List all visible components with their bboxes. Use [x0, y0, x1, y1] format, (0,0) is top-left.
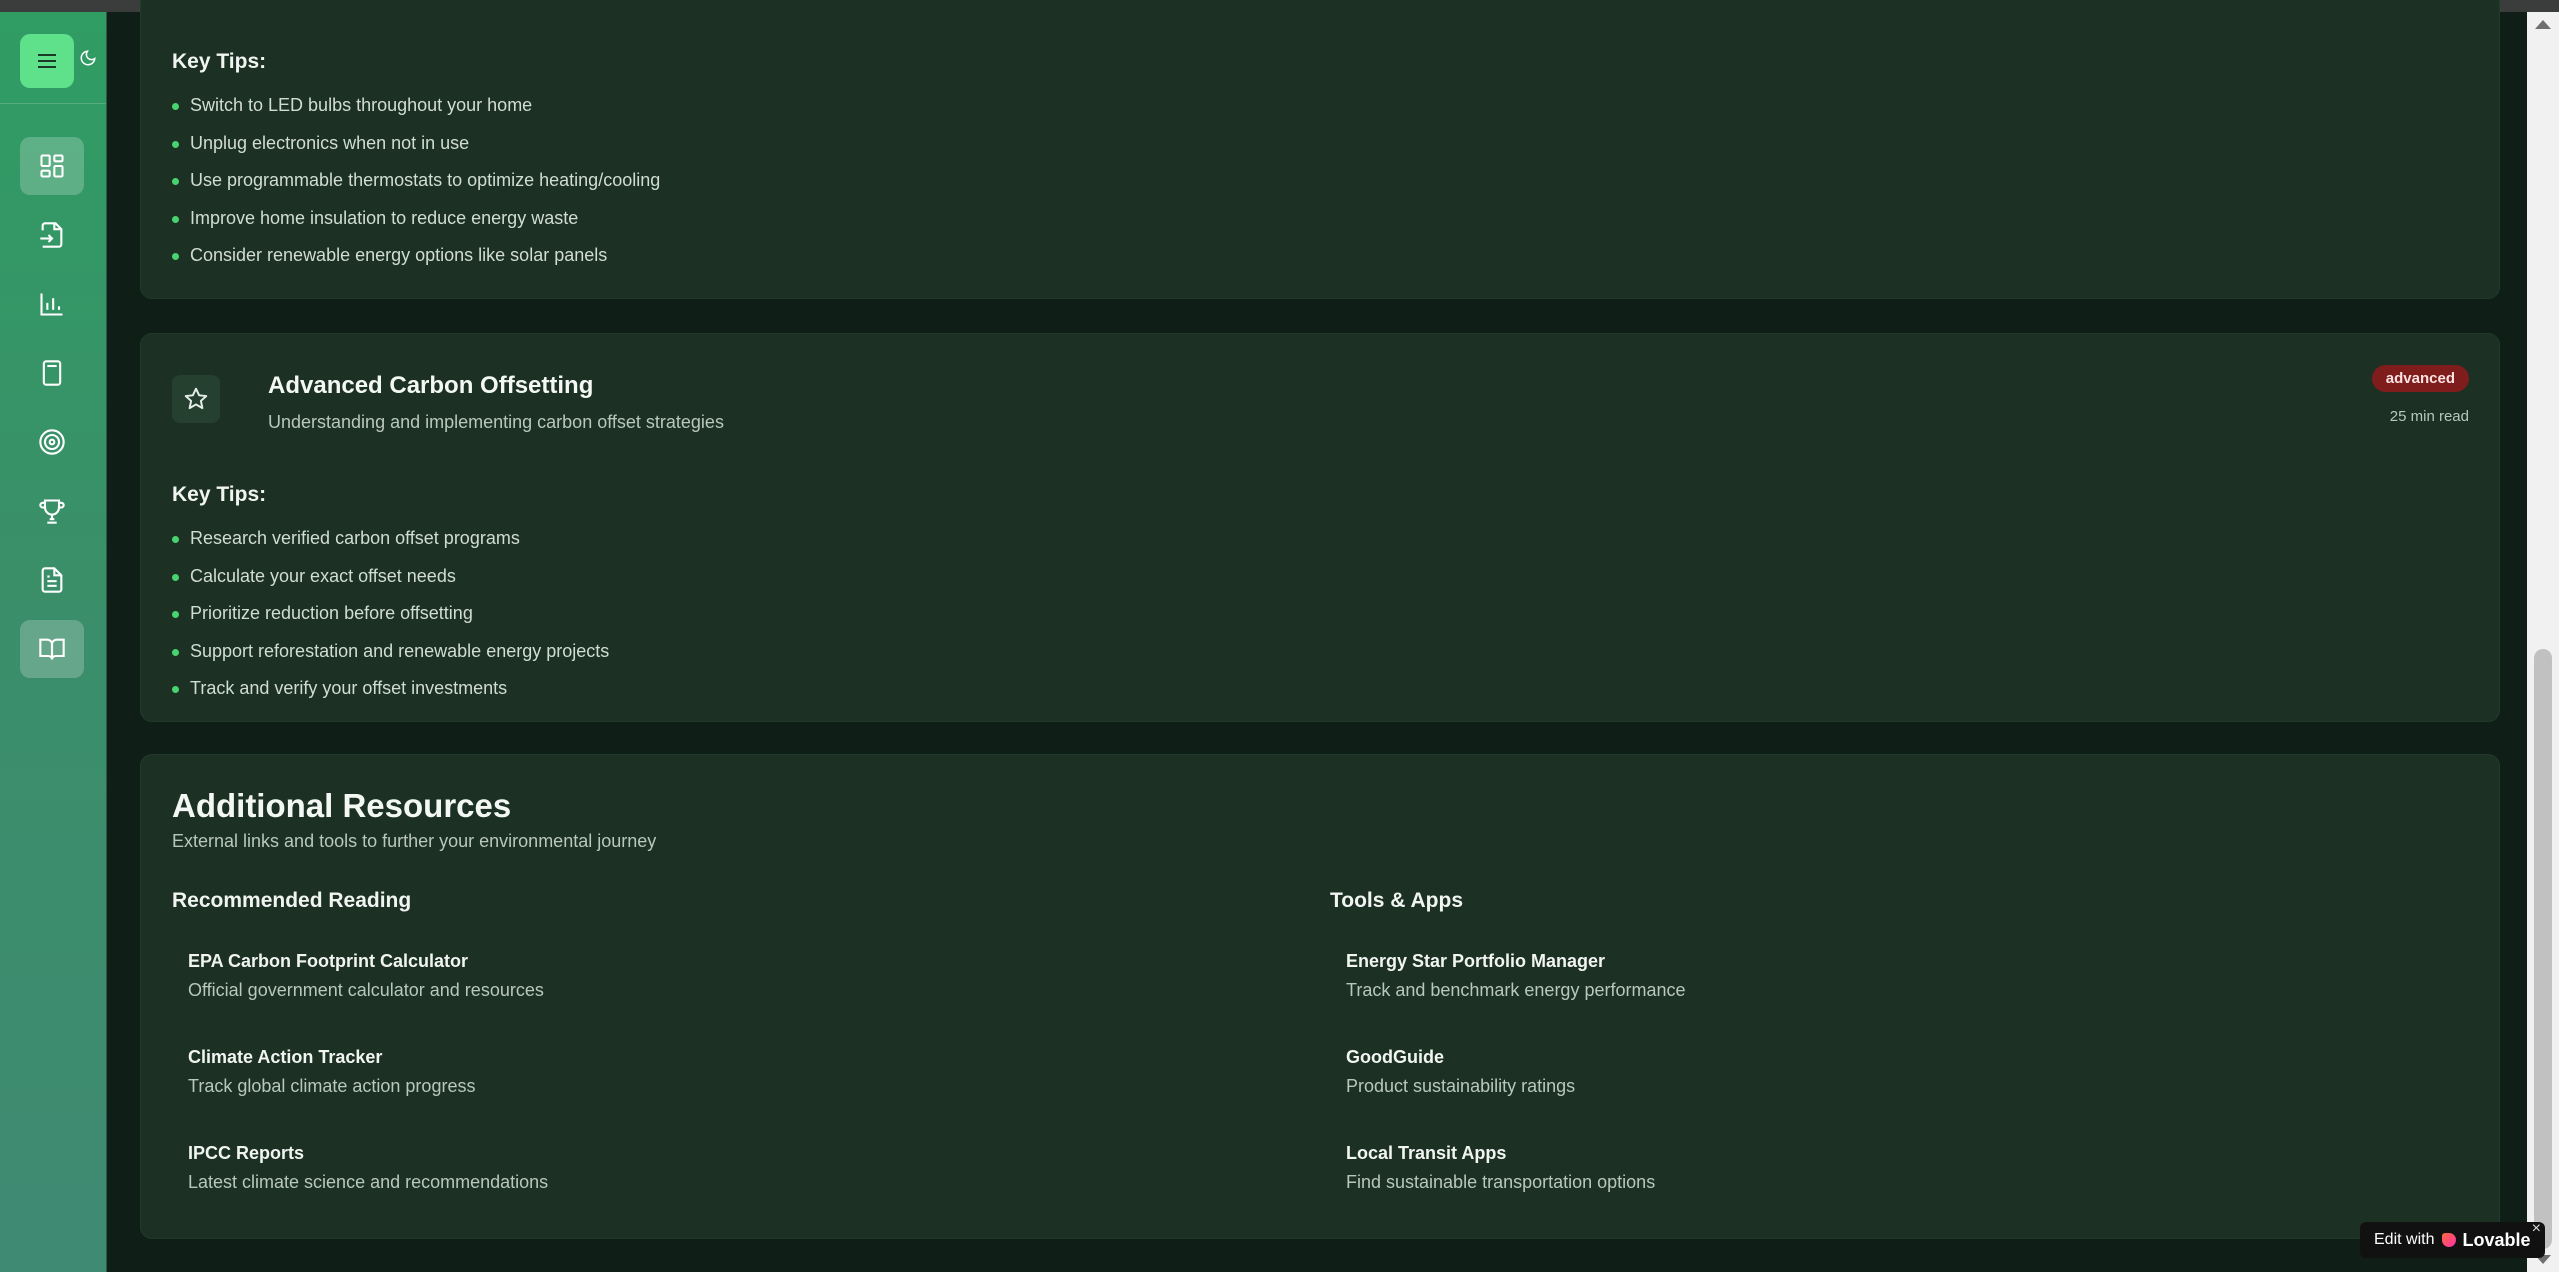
list-item: Switch to LED bulbs throughout your home [172, 87, 660, 125]
resource-title: Climate Action Tracker [188, 1047, 383, 1067]
edit-with-lovable-badge[interactable]: Edit with Lovable × [2360, 1220, 2545, 1258]
carbon-offsetting-card[interactable]: Advanced Carbon Offsetting Understanding… [140, 333, 2500, 722]
scrollbar-thumb[interactable] [2534, 649, 2552, 1249]
star-icon-box [172, 375, 220, 423]
calculator-icon [42, 360, 62, 386]
resource-desc: Product sustainability ratings [1346, 1076, 1576, 1096]
hamburger-icon [38, 54, 56, 68]
resource-link-energy-star[interactable]: Energy Star Portfolio Manager Track and … [1346, 951, 1686, 1001]
resource-link-local-transit[interactable]: Local Transit Apps Find sustainable tran… [1346, 1143, 1655, 1193]
close-icon[interactable]: × [2532, 1220, 2541, 1238]
recommended-reading-heading: Recommended Reading [172, 889, 412, 912]
tools-apps-heading: Tools & Apps [1330, 889, 1463, 912]
key-tips-heading: Key Tips: [172, 483, 267, 506]
list-item: Prioritize reduction before offsetting [172, 595, 609, 633]
resource-link-climate-action-tracker[interactable]: Climate Action Tracker Track global clim… [188, 1047, 475, 1097]
card-title: Advanced Carbon Offsetting [268, 372, 594, 399]
resources-title: Additional Resources [172, 787, 512, 824]
list-item: Track and verify your offset investments [172, 670, 609, 708]
list-item: Use programmable thermostats to optimize… [172, 162, 660, 200]
list-item: Improve home insulation to reduce energy… [172, 200, 660, 238]
offset-tips-list: Research verified carbon offset programs… [172, 520, 609, 708]
energy-tips-list: Switch to LED bulbs throughout your home… [172, 87, 660, 275]
read-time: 25 min read [2389, 408, 2469, 425]
card-subtitle: Understanding and implementing carbon of… [268, 412, 724, 432]
theme-toggle-button[interactable] [76, 46, 100, 70]
resource-title: EPA Carbon Footprint Calculator [188, 951, 469, 971]
lovable-logo-icon [2442, 1233, 2457, 1247]
main-content: Key Tips: Switch to LED bulbs throughout… [107, 0, 2527, 1272]
trophy-icon [39, 499, 65, 524]
difficulty-badge: advanced [2371, 365, 2469, 392]
sidebar-item-achievements[interactable] [20, 482, 84, 540]
list-item: Calculate your exact offset needs [172, 558, 609, 596]
file-input-icon [40, 222, 63, 248]
resource-title: Energy Star Portfolio Manager [1346, 951, 1606, 971]
sidebar-item-dashboard[interactable] [20, 137, 84, 195]
moon-icon [80, 50, 96, 66]
lovable-brand: Lovable [2462, 1229, 2531, 1250]
file-text-icon [41, 567, 63, 593]
book-open-icon [39, 638, 65, 660]
star-icon [184, 387, 208, 410]
target-icon [39, 429, 65, 455]
menu-toggle-button[interactable] [20, 34, 74, 88]
list-item: Unplug electronics when not in use [172, 125, 660, 163]
resource-desc: Official government calculator and resou… [188, 980, 544, 1000]
sidebar-item-data-entry[interactable] [20, 206, 84, 264]
sidebar-item-goals[interactable] [20, 413, 84, 471]
key-tips-heading: Key Tips: [172, 50, 267, 73]
energy-tips-card: Key Tips: Switch to LED bulbs throughout… [140, 0, 2500, 299]
resource-desc: Find sustainable transportation options [1346, 1172, 1656, 1192]
list-item: Consider renewable energy options like s… [172, 237, 660, 275]
edit-with-label: Edit with [2374, 1231, 2435, 1248]
sidebar-item-calculator[interactable] [20, 344, 84, 402]
resource-title: IPCC Reports [188, 1143, 305, 1163]
sidebar [0, 12, 107, 1272]
resources-subtitle: External links and tools to further your… [172, 831, 657, 851]
resource-link-goodguide[interactable]: GoodGuide Product sustainability ratings [1346, 1047, 1575, 1097]
page-scrollbar[interactable] [2527, 12, 2559, 1272]
resource-desc: Track and benchmark energy performance [1346, 980, 1686, 1000]
bar-chart-icon [40, 293, 63, 316]
sidebar-item-analytics[interactable] [20, 275, 84, 333]
resource-desc: Latest climate science and recommendatio… [188, 1172, 549, 1192]
resource-title: Local Transit Apps [1346, 1143, 1507, 1163]
list-item: Support reforestation and renewable ener… [172, 633, 609, 671]
resource-desc: Track global climate action progress [188, 1076, 476, 1096]
sidebar-header [0, 12, 106, 104]
resource-title: GoodGuide [1346, 1047, 1444, 1067]
additional-resources-card: Additional Resources External links and … [140, 754, 2500, 1239]
scroll-up-arrow-icon[interactable] [2535, 20, 2551, 29]
resource-link-ipcc[interactable]: IPCC Reports Latest climate science and … [188, 1143, 548, 1193]
resource-link-epa[interactable]: EPA Carbon Footprint Calculator Official… [188, 951, 544, 1001]
list-item: Research verified carbon offset programs [172, 520, 609, 558]
sidebar-item-education[interactable] [20, 620, 84, 678]
sidebar-item-reports[interactable] [20, 551, 84, 609]
layout-dashboard-icon [40, 154, 64, 178]
